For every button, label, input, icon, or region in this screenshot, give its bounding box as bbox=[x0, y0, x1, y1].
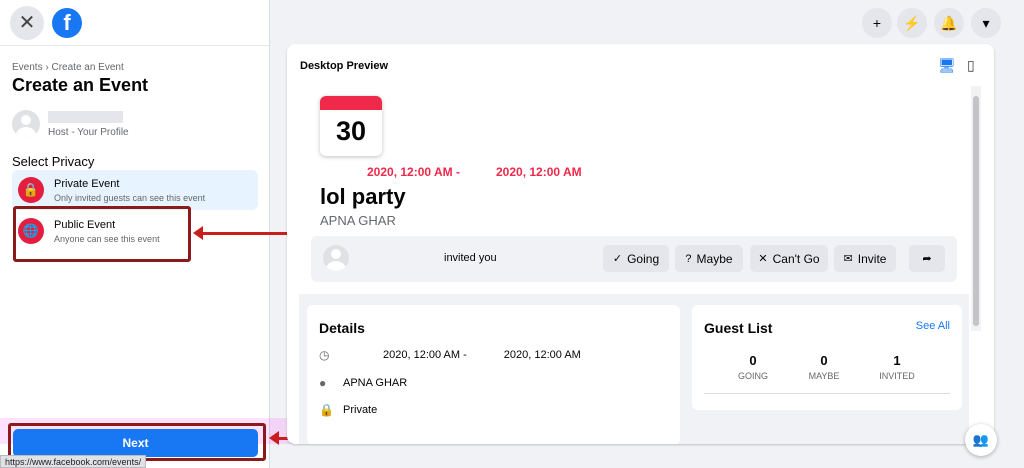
sidebar-header: ✕ f bbox=[0, 0, 269, 46]
details-privacy: 🔒 Private bbox=[319, 403, 377, 417]
x-circle-icon: ✕ bbox=[758, 253, 768, 265]
invited-count-value: 1 bbox=[893, 353, 901, 368]
going-count: 0 GOING bbox=[718, 353, 788, 381]
host-subtitle: Host - Your Profile bbox=[48, 126, 129, 138]
invited-text: invited you bbox=[444, 252, 497, 264]
desktop-preview-panel: Desktop Preview 🖥 ▯ 30 2020, 12:00 AM - … bbox=[287, 44, 994, 444]
breadcrumb-events[interactable]: Events bbox=[12, 62, 43, 73]
maybe-button[interactable]: ? Maybe bbox=[675, 245, 743, 272]
caret-down-icon[interactable]: ▾ bbox=[971, 8, 1001, 38]
public-event-highlight bbox=[13, 206, 191, 262]
maybe-count-label: MAYBE bbox=[808, 371, 840, 381]
mobile-icon[interactable]: ▯ bbox=[967, 57, 975, 74]
bell-icon[interactable]: 🔔 bbox=[934, 8, 964, 38]
invite-button[interactable]: ✉ Invite bbox=[834, 245, 896, 272]
details-location: ● APNA GHAR bbox=[319, 376, 407, 390]
guest-list-card: Guest List See All 0 GOING 0 MAYBE 1 INV… bbox=[692, 305, 962, 410]
scroll-thumb[interactable] bbox=[973, 96, 979, 326]
breadcrumb-separator: › bbox=[45, 62, 49, 73]
contacts-button[interactable]: 👥 bbox=[965, 424, 997, 456]
lock-icon: 🔒 bbox=[319, 403, 334, 417]
host-name-redacted bbox=[48, 110, 123, 123]
calendar-day: 30 bbox=[335, 116, 367, 146]
host-selector[interactable]: Host - Your Profile bbox=[12, 110, 129, 138]
event-title: lol party bbox=[320, 184, 406, 209]
status-url: https://www.facebook.com/events/ bbox=[0, 455, 147, 468]
going-label: Going bbox=[627, 251, 660, 266]
going-count-value: 0 bbox=[749, 353, 757, 368]
details-time: ◷ 2020, 12:00 AM - 2020, 12:00 AM bbox=[319, 348, 679, 362]
close-icon: ✕ bbox=[18, 12, 36, 34]
envelope-icon: ✉ bbox=[843, 253, 853, 265]
breadcrumb: Events › Create an Event bbox=[12, 62, 124, 73]
going-button[interactable]: ✓ Going bbox=[603, 245, 669, 272]
page-title: Create an Event bbox=[12, 75, 149, 95]
details-card: Details ◷ 2020, 12:00 AM - 2020, 12:00 A… bbox=[307, 305, 680, 444]
see-all-link[interactable]: See All bbox=[916, 320, 950, 332]
invited-count-label: INVITED bbox=[879, 371, 915, 381]
maybe-count-value: 0 bbox=[820, 353, 828, 368]
desktop-icon[interactable]: 🖥 bbox=[938, 57, 956, 74]
calendar-badge: 30 bbox=[320, 96, 382, 156]
share-icon: ➦ bbox=[922, 253, 932, 265]
messenger-icon[interactable]: ⚡ bbox=[897, 8, 927, 38]
preview-title: Desktop Preview bbox=[300, 60, 389, 72]
question-circle-icon: ? bbox=[685, 252, 692, 265]
close-button[interactable]: ✕ bbox=[10, 5, 44, 40]
share-button[interactable]: ➦ bbox=[909, 245, 945, 272]
guest-list-title: Guest List bbox=[704, 320, 773, 336]
event-date-start: 2020, 12:00 AM - bbox=[367, 165, 460, 179]
details-location-text: APNA GHAR bbox=[343, 377, 408, 389]
maybe-label: Maybe bbox=[696, 251, 733, 266]
private-event-option[interactable]: 🔒 Private Event Only invited guests can … bbox=[12, 170, 258, 210]
option-title: Private Event bbox=[54, 177, 120, 190]
details-title: Details bbox=[319, 320, 365, 336]
maybe-count: 0 MAYBE bbox=[789, 353, 859, 381]
lock-icon: 🔒 bbox=[18, 177, 44, 203]
privacy-label: Select Privacy bbox=[12, 154, 95, 169]
check-circle-icon: ✓ bbox=[612, 253, 623, 265]
event-location: APNA GHAR bbox=[320, 213, 396, 228]
details-time-end: 2020, 12:00 AM bbox=[503, 349, 581, 361]
invite-label: Invite bbox=[857, 251, 887, 266]
breadcrumb-current: Create an Event bbox=[51, 62, 124, 73]
calendar-header bbox=[320, 96, 382, 110]
avatar bbox=[12, 110, 40, 138]
public-event-arrow bbox=[193, 226, 298, 240]
event-action-bar: invited you ✓ Going ? Maybe ✕ Can't Go ✉… bbox=[311, 236, 957, 282]
facebook-logo-icon[interactable]: f bbox=[52, 7, 82, 38]
location-pin-icon: ● bbox=[319, 376, 327, 390]
preview-scrollbar[interactable] bbox=[971, 86, 981, 331]
event-date-end: 2020, 12:00 AM bbox=[496, 165, 582, 179]
cant-go-label: Can't Go bbox=[772, 251, 820, 266]
invited-count: 1 INVITED bbox=[862, 353, 932, 381]
details-time-start: 2020, 12:00 AM - bbox=[383, 349, 467, 361]
cant-go-button[interactable]: ✕ Can't Go bbox=[750, 245, 828, 272]
people-icon: 👥 bbox=[972, 432, 990, 447]
plus-icon[interactable]: + bbox=[862, 8, 892, 38]
details-privacy-text: Private bbox=[343, 404, 378, 416]
clock-icon: ◷ bbox=[319, 348, 330, 362]
option-subtitle: Only invited guests can see this event bbox=[54, 192, 206, 203]
avatar bbox=[323, 245, 349, 271]
divider bbox=[704, 393, 950, 394]
going-count-label: GOING bbox=[737, 371, 768, 381]
